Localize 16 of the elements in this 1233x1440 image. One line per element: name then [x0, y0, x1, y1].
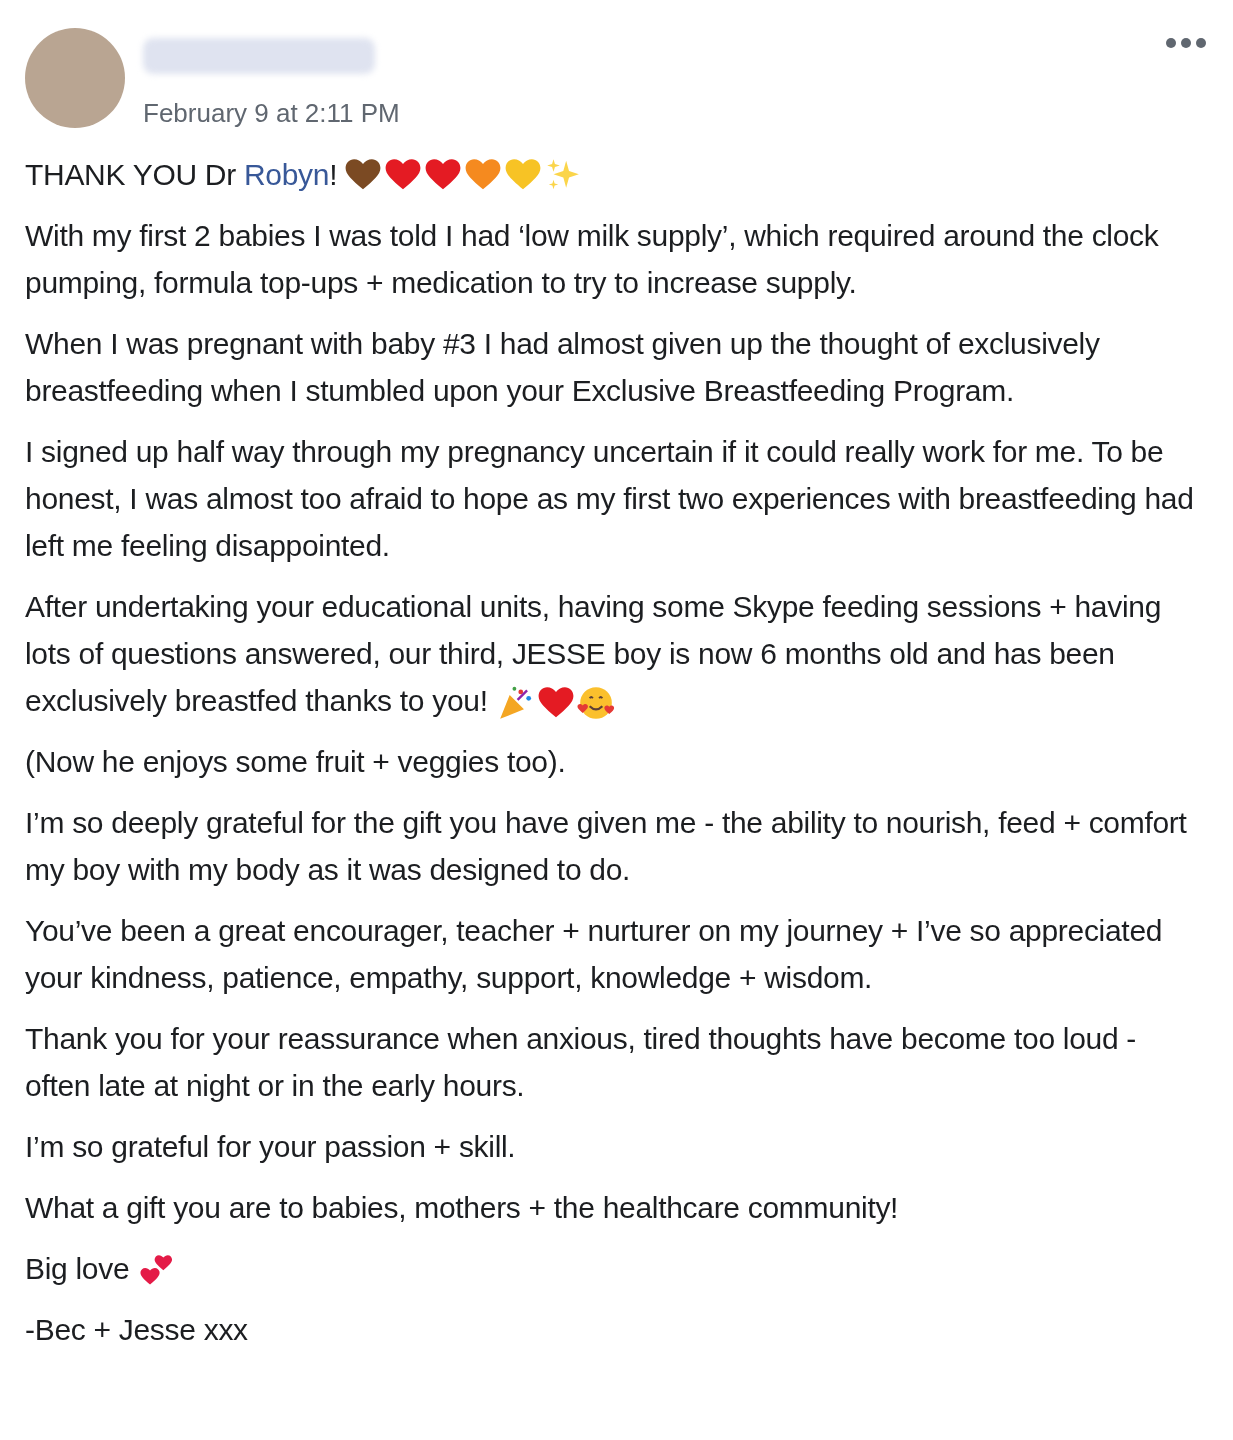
post-paragraph: After undertaking your educational units, having some Skype feeding sessions + having lots of questions answered, our third, JESSE boy is now 6 months old and has been exclusively breastfed thanks to you! — [25, 590, 1162, 717]
mention-link[interactable]: Robyn — [243, 158, 330, 191]
post-paragraph: I’m so grateful for your passion + skill. — [25, 1130, 516, 1163]
post-paragraph: I signed up half way through my pregnancy uncertain if it could really work for me. To be honest, I was almost too afraid to hope as my first two experiences with breastfeeding had left me feeling disappointed. — [25, 435, 1194, 562]
post-paragraph: Big love — [25, 1252, 130, 1285]
post-paragraph: You’ve been a great encourager, teacher + nurturer on my journey + I’ve so appreciated your kindness, patience, empathy, support, knowledge + wisdom. — [25, 914, 1163, 994]
post-paragraph: (Now he enjoys some fruit + veggies too). — [25, 745, 566, 778]
more-options-icon[interactable] — [1166, 38, 1206, 48]
post-paragraph: I’m so deeply grateful for the gift you have given me - the ability to nourish, feed + comfort my boy with my body as it was designed to do. — [25, 806, 1187, 886]
post-paragraph: -Bec + Jesse xxx — [25, 1313, 248, 1346]
post-greeting: THANK YOU Dr Robyn! — [25, 157, 338, 193]
post-paragraph: What a gift you are to babies, mothers + the healthcare community! — [25, 1191, 899, 1224]
post-paragraph: With my first 2 babies I was told I had ‘low milk supply’, which required around the clock pumping, formula top-ups + medication to try to increase supply. — [25, 219, 1159, 299]
post-paragraph: Thank you for your reassurance when anxious, tired thoughts have become too loud - often late at night or in the early hours. — [25, 1022, 1137, 1102]
post-timestamp[interactable]: February 9 at 2:11 PM — [143, 94, 400, 133]
post-paragraph: When I was pregnant with baby #3 I had almost given up the thought of exclusively breastfeeding when I stumbled upon your Exclusive Breastfeeding Program. — [25, 327, 1100, 407]
